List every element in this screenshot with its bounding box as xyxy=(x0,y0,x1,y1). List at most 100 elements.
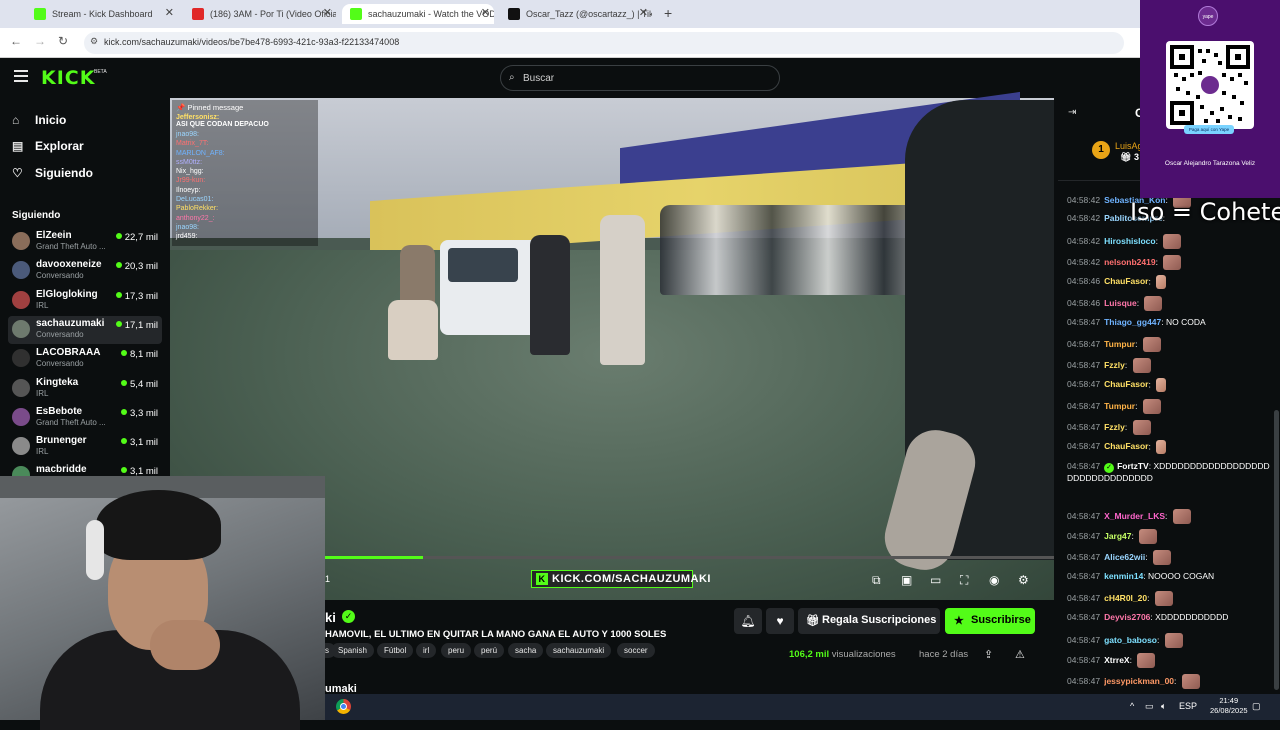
language-indicator[interactable]: ESP xyxy=(1179,701,1197,711)
chat-username[interactable]: cH4R0l_20 xyxy=(1104,593,1147,603)
theater-mode-icon[interactable]: ▭ xyxy=(930,573,941,587)
streamer-name[interactable]: ki xyxy=(325,610,336,625)
volume-icon[interactable]: 🔈︎ xyxy=(1161,701,1166,712)
site-info-icon[interactable]: ⚙ xyxy=(90,36,98,47)
chat-emote-icon[interactable] xyxy=(1156,440,1167,454)
network-icon[interactable]: ▭ xyxy=(1145,701,1154,712)
forward-icon[interactable]: → xyxy=(34,34,46,48)
subscribe-button[interactable]: ★ Suscribirse xyxy=(945,608,1035,634)
chat-username[interactable]: Luisque xyxy=(1104,298,1137,308)
video-progress-bar[interactable] xyxy=(325,556,1054,559)
chat-username[interactable]: XtrreX xyxy=(1104,655,1130,665)
chat-emote-icon[interactable] xyxy=(1132,358,1151,373)
taskbar-clock[interactable]: 21:49 26/08/2025 xyxy=(1210,696,1248,716)
chat-emote-icon[interactable] xyxy=(1152,550,1171,565)
chat-emote-icon[interactable] xyxy=(1144,296,1163,311)
tag-chip[interactable]: perú xyxy=(474,643,505,658)
chat-username[interactable]: Tumpur xyxy=(1104,401,1135,411)
reload-icon[interactable]: ↻ xyxy=(58,34,68,48)
tag-chip[interactable]: soccer xyxy=(617,643,655,658)
chat-emote-icon[interactable] xyxy=(1132,420,1151,435)
report-icon[interactable]: ⚠ xyxy=(1015,648,1025,661)
channel-item-esbebote[interactable]: EsBebote Grand Theft Auto ... 3,3 mil xyxy=(8,404,162,432)
chat-username[interactable]: Fzzly xyxy=(1104,422,1125,432)
channel-item-davooxeneize[interactable]: davooxeneize Conversando 20,3 mil xyxy=(8,257,162,285)
notification-bell-button[interactable]: 🔔︎ xyxy=(734,608,762,634)
chat-emote-icon[interactable] xyxy=(1139,529,1158,544)
chat-username[interactable]: ChauFasor xyxy=(1104,441,1148,451)
collapse-chat-icon[interactable]: ⇥ xyxy=(1068,107,1076,118)
gifter-count-text: 3 xyxy=(1133,152,1139,162)
chat-username[interactable]: Tumpur xyxy=(1104,339,1135,349)
tag-chip[interactable]: Fútbol xyxy=(377,643,414,658)
back-icon[interactable]: ← xyxy=(10,34,22,48)
channel-item-macbridde[interactable]: macbridde 3,1 mil xyxy=(8,462,162,476)
chat-username[interactable]: Jarg47 xyxy=(1104,531,1131,541)
settings-gear-icon[interactable]: ⚙ xyxy=(1018,573,1029,587)
close-tab-icon[interactable]: ✕ xyxy=(323,6,332,19)
chat-scrollbar[interactable] xyxy=(1274,410,1279,690)
chat-emote-icon[interactable] xyxy=(1142,337,1161,352)
search-input[interactable]: ⌕ Buscar xyxy=(500,65,780,91)
channel-item-elzeein[interactable]: ElZeein Grand Theft Auto ... 22,7 mil xyxy=(8,228,162,256)
sidebar-item-explorar[interactable]: ▤ Explorar xyxy=(12,139,84,153)
tab-kick-dashboard[interactable]: Stream - Kick Dashboard ✕ xyxy=(26,4,178,24)
chat-emote-icon[interactable] xyxy=(1154,591,1173,606)
chat-emote-icon[interactable] xyxy=(1181,674,1200,689)
tag-chip[interactable]: irl xyxy=(416,643,437,658)
tab-kick-vod[interactable]: sachauzumaki - Watch the VOD ✕ xyxy=(342,4,494,24)
channel-item-kingteka[interactable]: Kingteka IRL 5,4 mil xyxy=(8,375,162,403)
tag-chip[interactable]: peru xyxy=(441,643,472,658)
top-gifter-name[interactable]: LuisAg xyxy=(1115,141,1143,151)
tag-chip[interactable]: sacha xyxy=(508,643,544,658)
channel-item-lacobraaa[interactable]: LACOBRAAA Conversando 8,1 mil xyxy=(8,345,162,373)
chat-username[interactable]: gato_baboso xyxy=(1104,635,1157,645)
chat-emote-icon[interactable] xyxy=(1137,653,1156,668)
tab-youtube[interactable]: (186) 3AM - Por Ti (Video Oficial ✕ xyxy=(184,4,336,24)
miniplayer-icon[interactable]: ⧉ xyxy=(872,573,881,588)
tray-chevron-icon[interactable]: ^ xyxy=(1130,701,1134,711)
notification-icon[interactable]: ▢ xyxy=(1252,701,1261,712)
chat-emote-icon[interactable] xyxy=(1142,399,1161,414)
tab-tiktok[interactable]: Oscar_Tazz (@oscartazz_) | TikTok ✕ xyxy=(500,4,652,24)
chat-username[interactable]: Deyvis2706 xyxy=(1104,612,1150,622)
tag-chip[interactable]: sachauzumaki xyxy=(546,643,612,658)
chat-username[interactable]: Alice62wii xyxy=(1104,552,1145,562)
follow-heart-button[interactable]: ♥ xyxy=(766,608,794,634)
chat-emote-icon[interactable] xyxy=(1156,378,1167,392)
channel-item-brunenger[interactable]: Brunenger IRL 3,1 mil xyxy=(8,433,162,461)
chat-emote-icon[interactable] xyxy=(1172,509,1191,524)
kick-logo[interactable]: KICK xyxy=(41,67,95,89)
tag-chip[interactable]: Spanish xyxy=(331,643,374,658)
chat-emote-icon[interactable] xyxy=(1156,275,1167,289)
clip-icon[interactable]: ▣ xyxy=(901,573,912,587)
channel-item-elglogloking[interactable]: ElGlogloking IRL 17,3 mil xyxy=(8,287,162,315)
chat-username[interactable]: jessypickman_00 xyxy=(1104,676,1174,686)
menu-icon[interactable] xyxy=(14,70,28,85)
chat-emote-icon[interactable] xyxy=(1164,633,1183,648)
sidebar-item-inicio[interactable]: ⌂ Inicio xyxy=(12,113,66,127)
new-tab-icon[interactable]: + xyxy=(664,5,672,21)
close-tab-icon[interactable]: ✕ xyxy=(481,6,490,19)
playback-speed-icon[interactable]: ◉ xyxy=(989,573,999,587)
url-field[interactable]: ⚙ kick.com/sachauzumaki/videos/be7be478-… xyxy=(84,32,1124,54)
chat-emote-icon[interactable] xyxy=(1163,255,1182,270)
chat-username[interactable]: Thiago_gg447 xyxy=(1104,317,1161,327)
chat-username[interactable]: FortzTV xyxy=(1117,461,1149,471)
channel-name: LACOBRAAA xyxy=(36,347,101,358)
sidebar-item-siguiendo[interactable]: ♡ Siguiendo xyxy=(12,166,93,180)
close-tab-icon[interactable]: ✕ xyxy=(639,6,648,19)
share-icon[interactable]: ⇪ xyxy=(984,648,993,661)
chat-username[interactable]: kenmin14 xyxy=(1104,571,1143,581)
chat-username[interactable]: X_Murder_LKS xyxy=(1104,511,1165,521)
chat-username[interactable]: Fzzly xyxy=(1104,360,1125,370)
chat-username[interactable]: ChauFasor xyxy=(1104,379,1148,389)
chat-emote-icon[interactable] xyxy=(1163,234,1182,249)
fullscreen-icon[interactable]: ⛶ xyxy=(960,573,968,588)
chat-username[interactable]: nelsonb2419 xyxy=(1104,257,1156,267)
channel-item-sachauzumaki[interactable]: sachauzumaki Conversando 17,1 mil xyxy=(8,316,162,344)
close-tab-icon[interactable]: ✕ xyxy=(165,6,174,19)
chat-username[interactable]: ChauFasor xyxy=(1104,276,1148,286)
chat-username[interactable]: Hiroshisloco xyxy=(1104,236,1155,246)
gift-subs-button[interactable]: 🎁︎ Regala Suscripciones xyxy=(798,608,940,634)
